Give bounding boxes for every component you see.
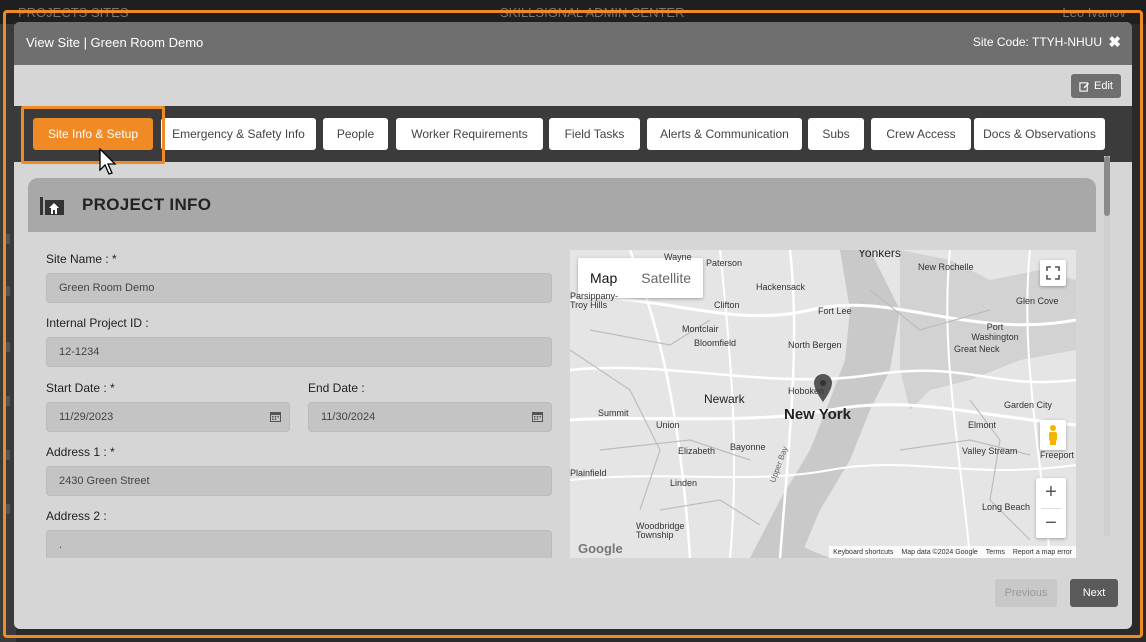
fullscreen-icon[interactable] (1040, 260, 1066, 286)
building-icon (40, 197, 64, 215)
address1-label: Address 1 : * (46, 445, 115, 459)
tab-people[interactable]: People (323, 118, 388, 150)
tab-docs-observations[interactable]: Docs & Observations (974, 118, 1105, 150)
map-type-satellite[interactable]: Satellite (629, 258, 703, 298)
map-label-newark: Newark (704, 392, 745, 406)
map-label-great-neck: Great Neck (954, 344, 1000, 354)
start-date-label: Start Date : * (46, 381, 115, 395)
street-view-icon[interactable] (1040, 420, 1066, 450)
calendar-icon[interactable] (532, 411, 543, 422)
end-date-value: 11/30/2024 (321, 411, 376, 423)
map-label-port-washington: Port Washington (971, 322, 1019, 342)
tab-field-tasks[interactable]: Field Tasks (549, 118, 640, 150)
modal-title: View Site | Green Room Demo (26, 35, 204, 50)
zoom-out-icon[interactable]: − (1045, 509, 1057, 539)
map-label-bloomfield: Bloomfield (694, 338, 737, 348)
tab-site-info-setup[interactable]: Site Info & Setup (33, 118, 153, 150)
map-label-elizabeth: Elizabeth (678, 446, 716, 456)
tab-crew-access[interactable]: Crew Access (871, 118, 971, 150)
zoom-control: + − (1036, 478, 1066, 538)
map-footer: Keyboard shortcuts Map data ©2024 Google… (829, 546, 1076, 558)
address1-field[interactable]: 2430 Green Street (46, 466, 552, 496)
map-label-linden: Linden (670, 478, 698, 488)
background-app-title: SKILLSIGNAL ADMIN CENTER (500, 5, 685, 20)
map-label-fort-lee: Fort Lee (818, 306, 852, 316)
site-code: Site Code: TTYH-NHUU (972, 35, 1102, 49)
section-header: PROJECT INFO (28, 178, 1096, 232)
map-data-text: Map data ©2024 Google (901, 548, 978, 556)
terms-link[interactable]: Terms (986, 549, 1005, 556)
edit-label: Edit (1094, 80, 1113, 92)
map-label-freeport: Freeport (1040, 450, 1075, 460)
modal-header: View Site | Green Room Demo Site Code: T… (14, 22, 1132, 65)
map-label-paterson: Paterson (706, 258, 743, 268)
map-label-plainfield: Plainfield (570, 468, 607, 478)
background-top-bar: PROJECTS SITES SKILLSIGNAL ADMIN CENTER … (0, 0, 1146, 24)
map-label-parsippany: Parsippany-Troy Hills (570, 291, 619, 310)
edit-icon (1079, 81, 1090, 92)
address2-field[interactable]: . (46, 530, 552, 558)
edit-button[interactable]: Edit (1071, 74, 1121, 98)
internal-id-label: Internal Project ID : (46, 316, 149, 330)
next-button[interactable]: Next (1070, 579, 1118, 607)
map-label-elmont: Elmont (968, 420, 997, 430)
view-site-modal: View Site | Green Room Demo Site Code: T… (14, 22, 1132, 629)
tab-alerts-communication[interactable]: Alerts & Communication (647, 118, 802, 150)
start-date-value: 11/29/2023 (59, 411, 114, 423)
map-label-new-rochelle: New Rochelle (918, 262, 974, 272)
google-logo: Google (578, 541, 623, 556)
keyboard-shortcuts-link[interactable]: Keyboard shortcuts (833, 549, 893, 556)
tabs-bar: Site Info & Setup Emergency & Safety Inf… (14, 106, 1132, 164)
tab-worker-requirements[interactable]: Worker Requirements (396, 118, 543, 150)
end-date-label: End Date : (308, 381, 365, 395)
map-label-north-bergen: North Bergen (788, 340, 842, 350)
calendar-icon[interactable] (270, 411, 281, 422)
close-icon[interactable]: ✖ (1108, 33, 1121, 51)
end-date-field[interactable]: 11/30/2024 (308, 402, 552, 432)
section-title: PROJECT INFO (82, 195, 212, 214)
map-label-woodbridge: Woodbridge Township (636, 521, 685, 540)
map-label-yonkers: Yonkers (858, 250, 901, 260)
address2-label: Address 2 : (46, 509, 107, 523)
background-nav-text: PROJECTS SITES (18, 5, 129, 20)
internal-id-field[interactable]: 12-1234 (46, 337, 552, 367)
scrollbar-thumb[interactable] (1104, 156, 1110, 216)
site-name-field[interactable]: Green Room Demo (46, 273, 552, 303)
map-label-long-beach: Long Beach (982, 502, 1031, 512)
map-label-valley-stream: Valley Stream (962, 446, 1018, 456)
map-label-montclair: Montclair (682, 324, 719, 334)
map-label-union: Union (656, 420, 680, 430)
map-label-glen-cove: Glen Cove (1016, 296, 1059, 306)
report-map-error-link[interactable]: Report a map error (1013, 549, 1072, 556)
previous-button[interactable]: Previous (995, 579, 1057, 607)
start-date-field[interactable]: 11/29/2023 (46, 402, 290, 432)
zoom-in-icon[interactable]: + (1045, 478, 1057, 508)
background-user-name: Leo Ivanov (1062, 5, 1126, 20)
map-label-garden-city: Garden City (1004, 400, 1053, 410)
site-map[interactable]: Map Satellite + − New York Newark Hoboke… (570, 250, 1076, 558)
map-label-hoboken: Hoboken (788, 386, 825, 396)
tab-subs[interactable]: Subs (808, 118, 864, 150)
map-label-wayne: Wayne (664, 252, 692, 262)
map-label-summit: Summit (598, 408, 629, 418)
content-panel: PROJECT INFO Site Name : * Green Room De… (28, 178, 1096, 558)
map-label-new-york: New York (784, 406, 851, 423)
tab-emergency-safety-info[interactable]: Emergency & Safety Info (161, 118, 316, 150)
site-name-label: Site Name : * (46, 252, 117, 266)
map-label-clifton: Clifton (714, 300, 740, 310)
map-label-bayonne: Bayonne (730, 442, 766, 452)
map-label-hackensack: Hackensack (756, 282, 806, 292)
